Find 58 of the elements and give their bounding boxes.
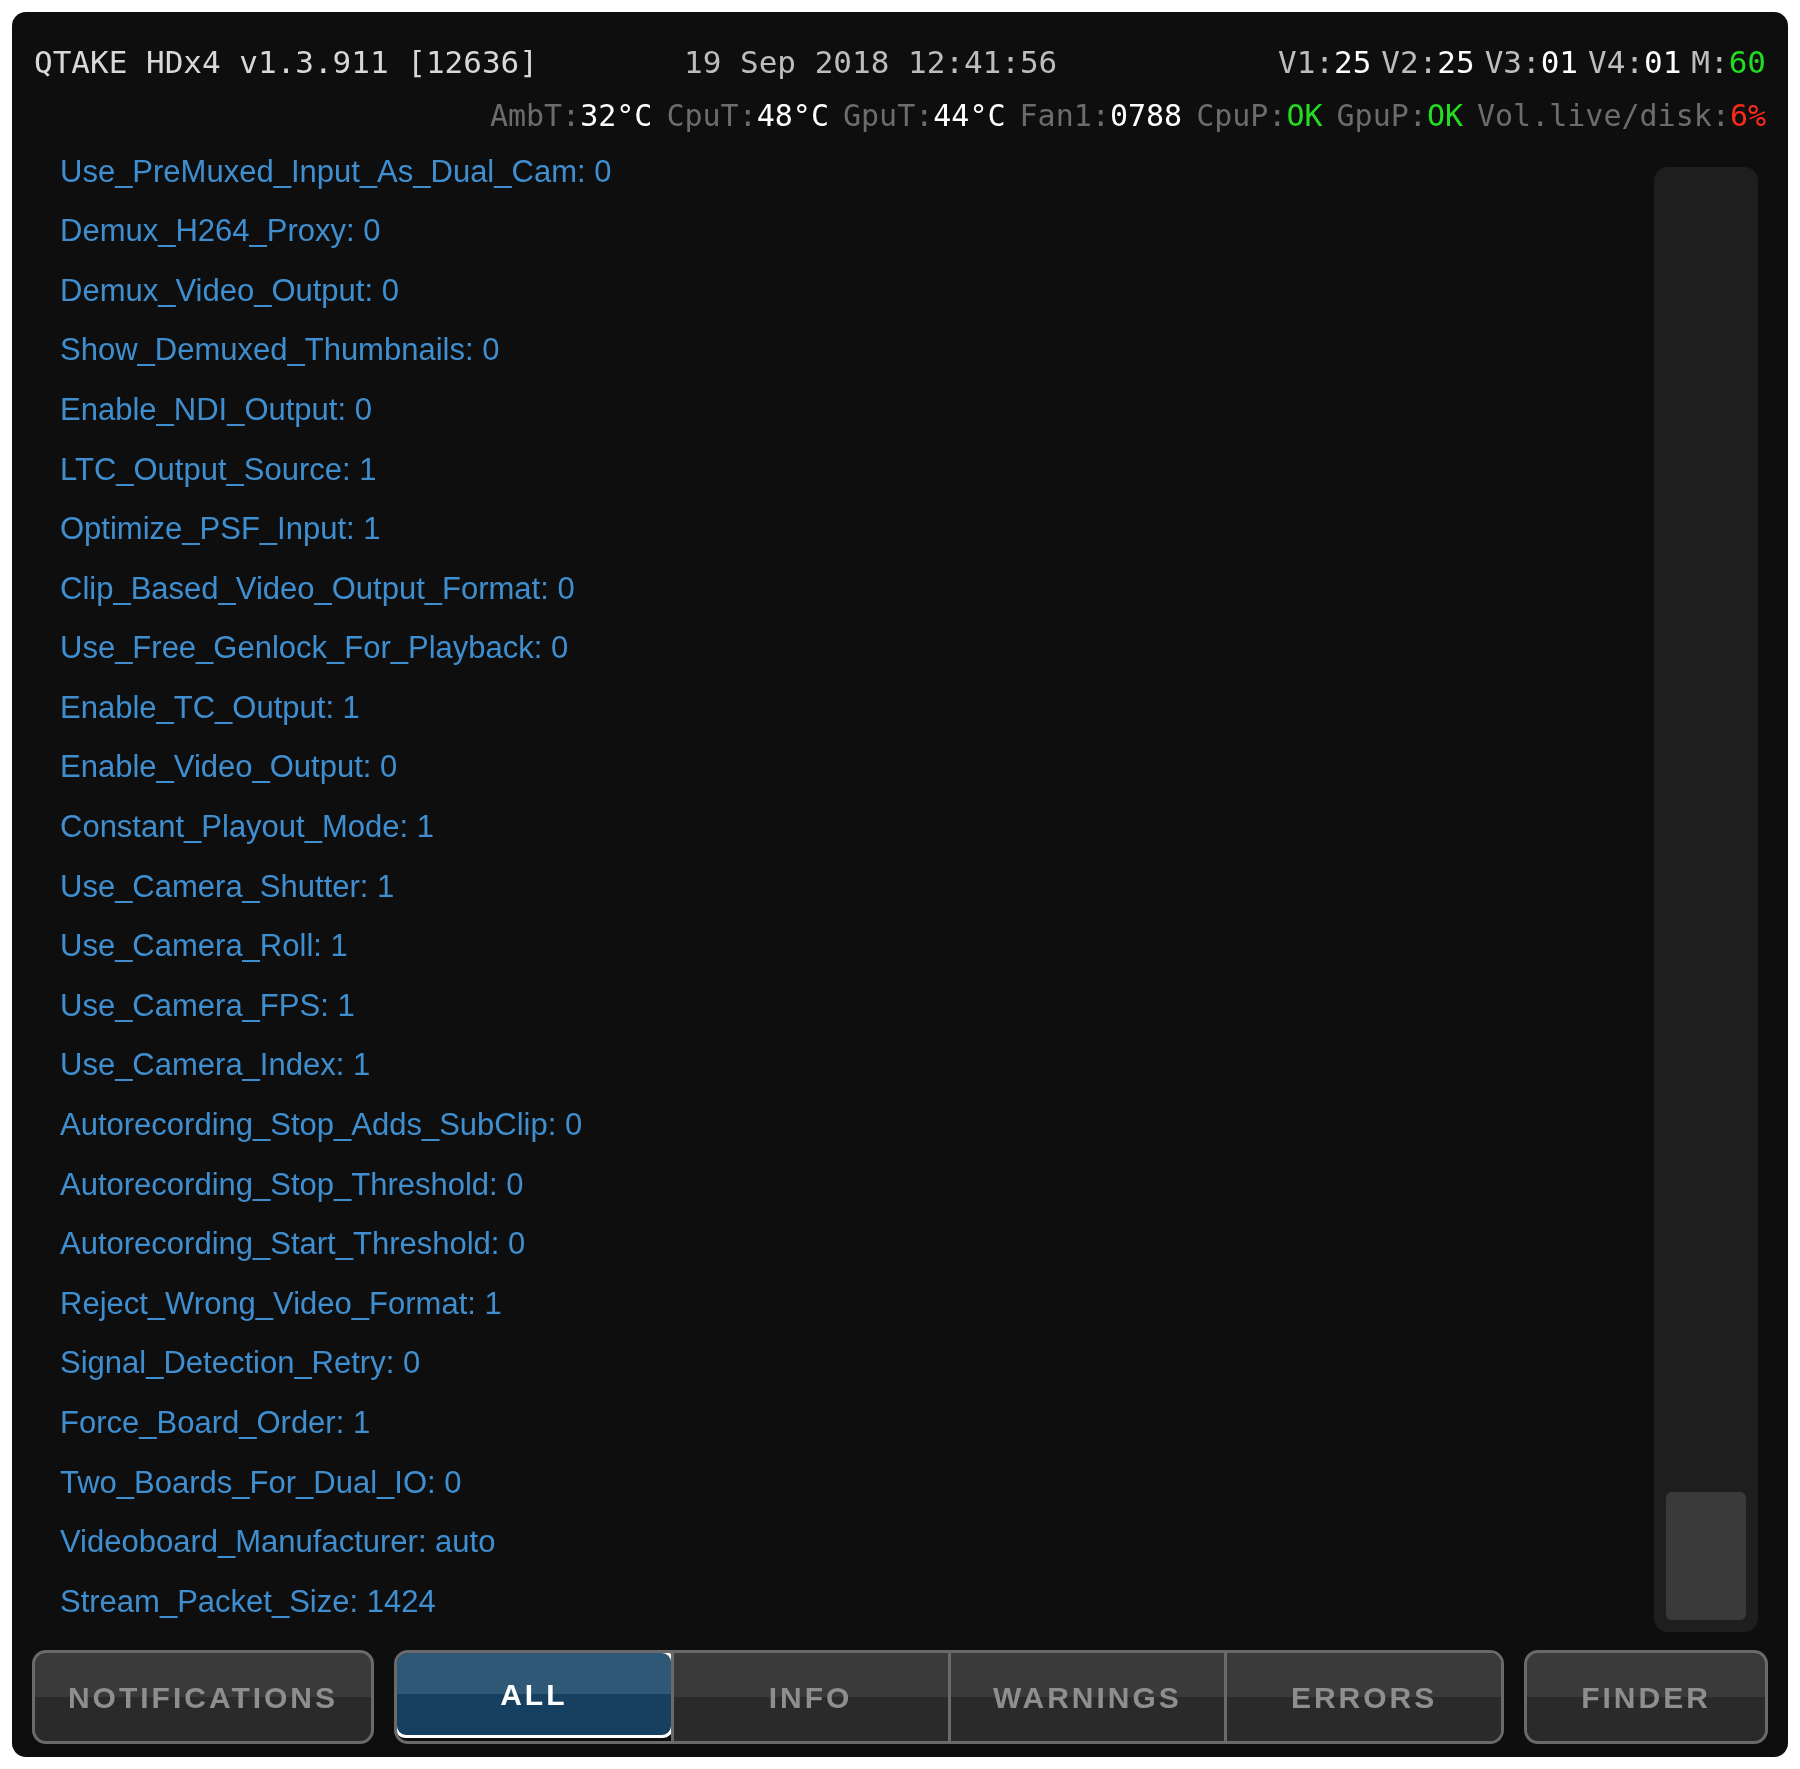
log-line: Demux_H264_Proxy: 0 [60,212,381,251]
sensor-value: OK [1426,97,1463,135]
log-line: Use_Camera_FPS: 1 [60,986,355,1025]
log-line: Use_PreMuxed_Input_As_Dual_Cam: 0 [60,152,612,191]
log-line: Enable_NDI_Output: 0 [60,390,372,429]
sensor-value: 44°C [933,97,1006,135]
rate-value: 01 [1540,43,1578,82]
filter-tab[interactable]: ALL [397,1653,674,1738]
log-line: Use_Camera_Index: 1 [60,1046,371,1085]
log-line: Two_Boards_For_Dual_IO: 0 [60,1463,462,1502]
sensor-value: 6% [1729,97,1766,135]
sensor-value: 32°C [580,97,653,135]
rate-label: V3: [1484,43,1541,82]
log-line: Demux_Video_Output: 0 [60,271,399,310]
log-line: Signal_Detection_Retry: 0 [60,1344,421,1383]
rate-value: 25 [1334,43,1372,82]
rate-label: V1: [1278,43,1335,82]
filter-tab[interactable]: WARNINGS [947,1653,1225,1741]
sensor-label: AmbT: [489,97,581,135]
log-line: Autorecording_Stop_Threshold: 0 [60,1165,524,1204]
rate-value: 25 [1437,43,1475,82]
sensor-label: GpuT: [843,97,934,135]
log-line: LTC_Output_Source: 1 [60,450,377,489]
finder-button[interactable]: FINDER [1524,1650,1768,1744]
sensor-label: Fan1: [1019,97,1110,135]
filter-tab[interactable]: ERRORS [1224,1653,1501,1741]
sensor-label: CpuP: [1196,97,1287,135]
filter-tab[interactable]: INFO [670,1653,948,1741]
log-line: Optimize_PSF_Input: 1 [60,510,381,549]
rate-label: M: [1691,43,1729,82]
log-line: Use_Camera_Shutter: 1 [60,867,395,906]
rate-label: V2: [1381,43,1438,82]
log-line: Force_Board_Order: 1 [60,1404,371,1442]
log-line: Constant_Playout_Mode: 1 [60,808,434,847]
sensor-value: 0788 [1109,97,1183,135]
sensor-label: GpuP: [1336,97,1427,135]
log-line: Reject_Wrong_Video_Format: 1 [60,1284,502,1323]
log-line: Autorecording_Start_Threshold: 0 [60,1225,526,1264]
log-line: Stream_Packet_Size: 1424 [60,1582,436,1621]
scrollbar-thumb[interactable] [1666,1492,1746,1620]
log-line: Videoboard_Manufacturer: auto [60,1523,496,1562]
notifications-button[interactable]: NOTIFICATIONS [32,1650,374,1744]
sensor-value: OK [1286,97,1323,135]
rate-value: 60 [1728,43,1766,82]
log-line: Use_Camera_Roll: 1 [60,927,348,966]
log-line: Enable_TC_Output: 1 [60,688,360,727]
sensor-label: Vol.live/disk: [1477,97,1730,135]
sensor-label: CpuT: [666,97,757,135]
log-line: Show_Demuxed_Thumbnails: 0 [60,331,500,370]
rate-value: 01 [1644,43,1682,82]
log-line: Enable_Video_Output: 0 [60,748,398,787]
log-line: Autorecording_Stop_Adds_SubClip: 0 [60,1106,583,1145]
rate-label: V4: [1588,43,1644,82]
log-line: Use_Free_Genlock_For_Playback: 0 [60,629,569,668]
log-line: Clip_Based_Video_Output_Format: 0 [60,569,575,608]
sensor-value: 48°C [756,97,829,135]
app-title: QTAKE HDx4 v1.3.911 [12636] [34,43,539,82]
date-time: 19 Sep 2018 12:41:56 [684,43,1058,82]
